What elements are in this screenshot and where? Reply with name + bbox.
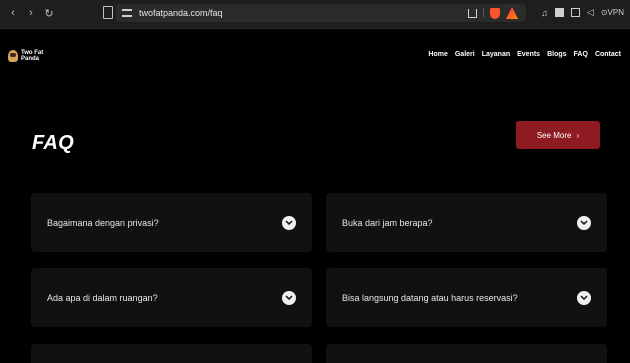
- see-more-label: See More: [536, 130, 572, 140]
- nav-galeri[interactable]: Galeri: [455, 51, 475, 58]
- logo-line2: Panda: [21, 56, 40, 62]
- vpn-label: VPN: [607, 8, 624, 17]
- nav-events[interactable]: Events: [517, 51, 540, 58]
- site-settings-icon[interactable]: [122, 9, 132, 17]
- faq-item[interactable]: Buka dari jam berapa?: [326, 193, 607, 252]
- faq-item[interactable]: Bagaimana dengan privasi?: [31, 193, 312, 252]
- chevron-down-icon[interactable]: [282, 290, 296, 305]
- faq-question: Bisa langsung datang atau harus reservas…: [342, 292, 518, 303]
- toolbar-right: ♫ ◁ ⊙VPN: [541, 7, 624, 18]
- chevron-down-icon[interactable]: [577, 215, 591, 230]
- forward-icon[interactable]: ›: [26, 7, 36, 20]
- chevron-right-icon: ›: [576, 130, 580, 140]
- nav-blogs[interactable]: Blogs: [547, 51, 566, 58]
- nav-layanan[interactable]: Layanan: [482, 51, 510, 58]
- url-text[interactable]: twofatpanda.com/faq: [139, 8, 223, 18]
- brave-shield-icon[interactable]: [490, 7, 500, 19]
- browser-toolbar: ‹ › ↻ twofatpanda.com/faq ♫ ◁ ⊙VPN: [0, 0, 630, 29]
- browser-nav: ‹ › ↻: [8, 7, 54, 20]
- nav-faq[interactable]: FAQ: [574, 51, 588, 58]
- tabs-icon[interactable]: [570, 8, 580, 17]
- leo-icon[interactable]: ◁: [587, 7, 594, 18]
- reload-icon[interactable]: ↻: [44, 7, 54, 20]
- faq-question: Bagaimana dengan privasi?: [47, 217, 159, 228]
- nav-home[interactable]: Home: [428, 51, 447, 58]
- bookmark-icon[interactable]: [103, 6, 113, 19]
- nav-contact[interactable]: Contact: [595, 51, 621, 58]
- see-more-button[interactable]: See More ›: [516, 121, 600, 149]
- page-title: FAQ: [32, 132, 75, 154]
- address-bar[interactable]: twofatpanda.com/faq: [116, 4, 526, 22]
- main-nav: Home Galeri Layanan Events Blogs FAQ Con…: [428, 51, 621, 58]
- chevron-down-icon[interactable]: [577, 290, 591, 305]
- faq-question: Buka dari jam berapa?: [342, 217, 433, 228]
- faq-item[interactable]: [31, 344, 312, 363]
- vpn-button[interactable]: ⊙VPN: [601, 8, 624, 17]
- site-header: Two Fat Panda Home Galeri Layanan Events…: [0, 28, 630, 88]
- back-icon[interactable]: ‹: [8, 7, 18, 20]
- sidebar-icon[interactable]: [554, 8, 564, 17]
- faq-item[interactable]: Ada apa di dalam ruangan?: [31, 268, 312, 327]
- rewards-icon[interactable]: [506, 7, 518, 19]
- url-actions: [468, 7, 518, 19]
- faq-question: Ada apa di dalam ruangan?: [47, 292, 158, 303]
- faq-item[interactable]: [326, 344, 607, 363]
- share-icon[interactable]: [468, 8, 477, 18]
- logo[interactable]: Two Fat Panda: [8, 50, 43, 62]
- chevron-down-icon[interactable]: [282, 215, 296, 230]
- logo-text: Two Fat Panda: [21, 50, 43, 62]
- panda-logo-icon: [8, 50, 18, 62]
- faq-item[interactable]: Bisa langsung datang atau harus reservas…: [326, 268, 607, 327]
- playlist-icon[interactable]: ♫: [541, 8, 548, 18]
- divider: [483, 8, 484, 18]
